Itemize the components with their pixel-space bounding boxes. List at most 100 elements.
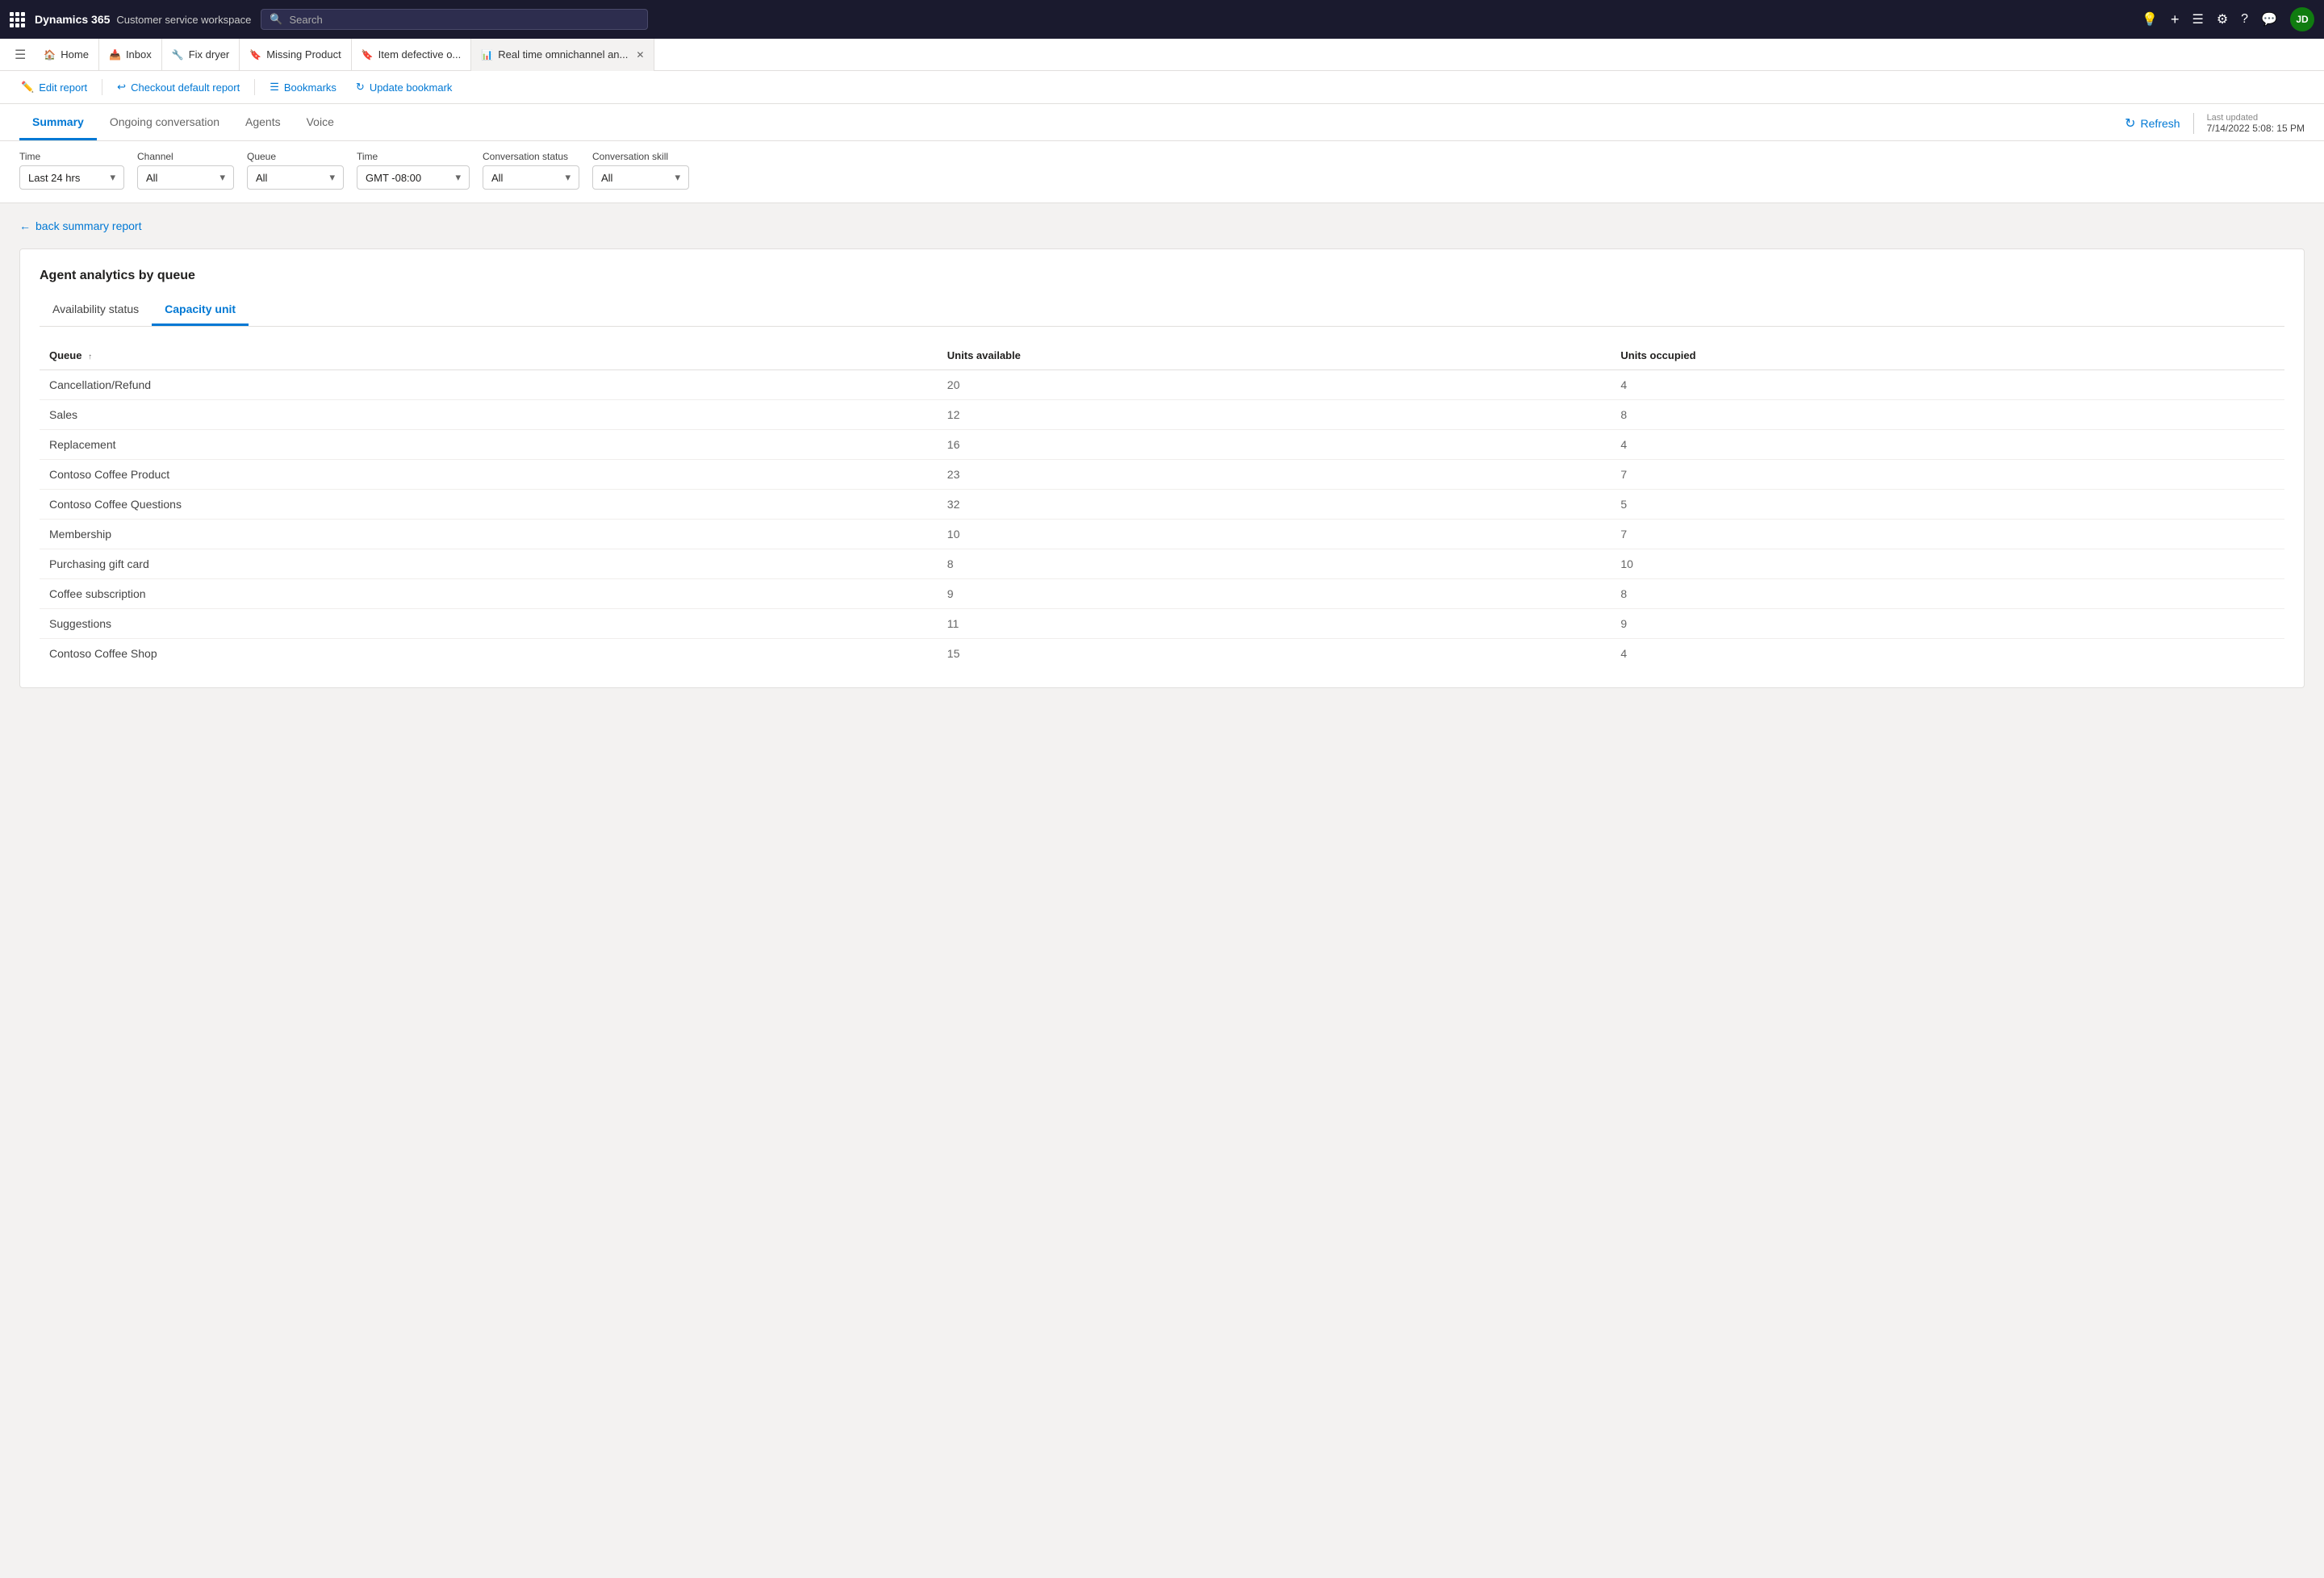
subtab-summary[interactable]: Summary: [19, 104, 97, 140]
update-bookmark-label: Update bookmark: [370, 81, 453, 94]
cell-queue: Coffee subscription: [40, 579, 938, 609]
filter-conv-status-select[interactable]: All ▾: [483, 165, 579, 190]
tab-inbox[interactable]: 📥 Inbox: [99, 39, 162, 71]
table-row: Cancellation/Refund 20 4: [40, 370, 2284, 400]
home-icon: 🏠: [44, 49, 56, 61]
add-icon[interactable]: +: [2171, 11, 2180, 28]
tab-home-label: Home: [61, 48, 89, 61]
inner-tab-capacity[interactable]: Capacity unit: [152, 296, 249, 326]
subtabs-bar: Summary Ongoing conversation Agents Voic…: [0, 104, 2324, 141]
chevron-down-icon-1: ▾: [110, 171, 115, 184]
checkout-icon: ↩: [117, 81, 126, 94]
chart-icon: 📊: [481, 49, 493, 61]
cell-units-occupied: 9: [1611, 609, 2284, 639]
app-name-text: Customer service workspace: [116, 14, 251, 26]
chat-icon[interactable]: 💬: [2261, 11, 2277, 27]
col-queue-label: Queue: [49, 349, 82, 361]
chevron-down-icon-6: ▾: [675, 171, 680, 184]
subtab-voice[interactable]: Voice: [294, 104, 347, 140]
chevron-down-icon-2: ▾: [219, 171, 225, 184]
edit-report-button[interactable]: ✏️ Edit report: [13, 76, 95, 98]
avatar[interactable]: JD: [2290, 7, 2314, 31]
filter-channel-value: All: [146, 172, 157, 184]
filter-time2-select[interactable]: GMT -08:00 ▾: [357, 165, 470, 190]
tab-missing-product[interactable]: 🔖 Missing Product: [240, 39, 351, 71]
chevron-down-icon-4: ▾: [455, 171, 461, 184]
subtab-agents[interactable]: Agents: [232, 104, 294, 140]
back-link[interactable]: ← back summary report: [19, 219, 2305, 232]
search-placeholder-text: Search: [289, 14, 322, 26]
capacity-table: Queue ↑ Units available Units occupied C…: [40, 343, 2284, 668]
checkout-default-button[interactable]: ↩ Checkout default report: [109, 76, 248, 98]
filter-time2: Time GMT -08:00 ▾: [357, 151, 470, 190]
filter-channel-select[interactable]: All ▾: [137, 165, 234, 190]
col-queue[interactable]: Queue ↑: [40, 343, 938, 370]
subtabs-right: ↻ Refresh Last updated 7/14/2022 5:08: 1…: [2125, 113, 2305, 140]
filter-channel-label: Channel: [137, 151, 234, 162]
filter-time-select[interactable]: Last 24 hrs ▾: [19, 165, 124, 190]
inbox-icon: 📥: [109, 49, 121, 61]
filter-channel: Channel All ▾: [137, 151, 234, 190]
cell-units-occupied: 8: [1611, 400, 2284, 430]
cell-queue: Purchasing gift card: [40, 549, 938, 579]
filter-conv-status-label: Conversation status: [483, 151, 579, 162]
tabbar-menu[interactable]: ☰: [6, 47, 34, 63]
back-arrow-icon: ←: [19, 219, 31, 232]
cell-queue: Contoso Coffee Questions: [40, 490, 938, 520]
filter-bar: Time Last 24 hrs ▾ Channel All ▾ Queue A…: [0, 141, 2324, 203]
cell-units-available: 8: [938, 549, 1611, 579]
cell-queue: Contoso Coffee Product: [40, 460, 938, 490]
back-link-text: back summary report: [36, 219, 141, 232]
refresh-label: Refresh: [2141, 117, 2180, 130]
filter-icon[interactable]: ☰: [2192, 11, 2203, 27]
lightbulb-icon[interactable]: 💡: [2142, 11, 2158, 27]
bookmarks-button[interactable]: ☰ Bookmarks: [261, 76, 345, 98]
tab-item-defective-label: Item defective o...: [378, 48, 462, 61]
bookmarks-label: Bookmarks: [284, 81, 336, 94]
filter-conv-skill-select[interactable]: All ▾: [592, 165, 689, 190]
filter-time2-label: Time: [357, 151, 470, 162]
tab-realtime[interactable]: 📊 Real time omnichannel an... ✕: [471, 39, 654, 71]
sort-icon: ↑: [88, 353, 92, 361]
cell-units-available: 20: [938, 370, 1611, 400]
tab-fix-dryer[interactable]: 🔧 Fix dryer: [162, 39, 240, 71]
search-bar[interactable]: 🔍 Search: [261, 9, 648, 30]
app-grid-icon[interactable]: [10, 12, 25, 27]
tab-item-defective[interactable]: 🔖 Item defective o...: [352, 39, 472, 71]
inner-tab-availability[interactable]: Availability status: [40, 296, 152, 326]
cell-units-occupied: 7: [1611, 460, 2284, 490]
tab-close-icon[interactable]: ✕: [636, 49, 644, 61]
edit-report-label: Edit report: [39, 81, 87, 94]
filter-time-value: Last 24 hrs: [28, 172, 80, 184]
table-row: Coffee subscription 9 8: [40, 579, 2284, 609]
cell-units-available: 16: [938, 430, 1611, 460]
checkout-default-label: Checkout default report: [131, 81, 240, 94]
dynamics-brand-text: Dynamics 365: [35, 13, 110, 26]
cell-units-available: 11: [938, 609, 1611, 639]
filter-queue-select[interactable]: All ▾: [247, 165, 344, 190]
cell-units-occupied: 10: [1611, 549, 2284, 579]
filter-conv-status: Conversation status All ▾: [483, 151, 579, 190]
wrench-icon: 🔧: [172, 49, 184, 61]
tab-missing-product-label: Missing Product: [266, 48, 341, 61]
settings-icon[interactable]: ⚙: [2217, 11, 2228, 27]
filter-time-label: Time: [19, 151, 124, 162]
table-row: Contoso Coffee Product 23 7: [40, 460, 2284, 490]
chevron-down-icon-3: ▾: [329, 171, 335, 184]
toolbar: ✏️ Edit report ↩ Checkout default report…: [0, 71, 2324, 104]
filter-conv-skill-value: All: [601, 172, 612, 184]
refresh-button[interactable]: ↻ Refresh: [2125, 115, 2180, 132]
filter-time: Time Last 24 hrs ▾: [19, 151, 124, 190]
help-icon[interactable]: ?: [2241, 12, 2248, 27]
tab-home[interactable]: 🏠 Home: [34, 39, 99, 71]
tab-inbox-label: Inbox: [126, 48, 152, 61]
content-area: ← back summary report Agent analytics by…: [0, 203, 2324, 704]
subtab-ongoing[interactable]: Ongoing conversation: [97, 104, 232, 140]
cell-units-occupied: 4: [1611, 370, 2284, 400]
cell-queue: Replacement: [40, 430, 938, 460]
topbar-actions: 💡 + ☰ ⚙ ? 💬 JD: [2142, 7, 2314, 31]
edit-icon: ✏️: [21, 81, 34, 94]
subtabs: Summary Ongoing conversation Agents Voic…: [19, 104, 347, 140]
filter-conv-skill-label: Conversation skill: [592, 151, 689, 162]
update-bookmark-button[interactable]: ↻ Update bookmark: [348, 76, 461, 98]
